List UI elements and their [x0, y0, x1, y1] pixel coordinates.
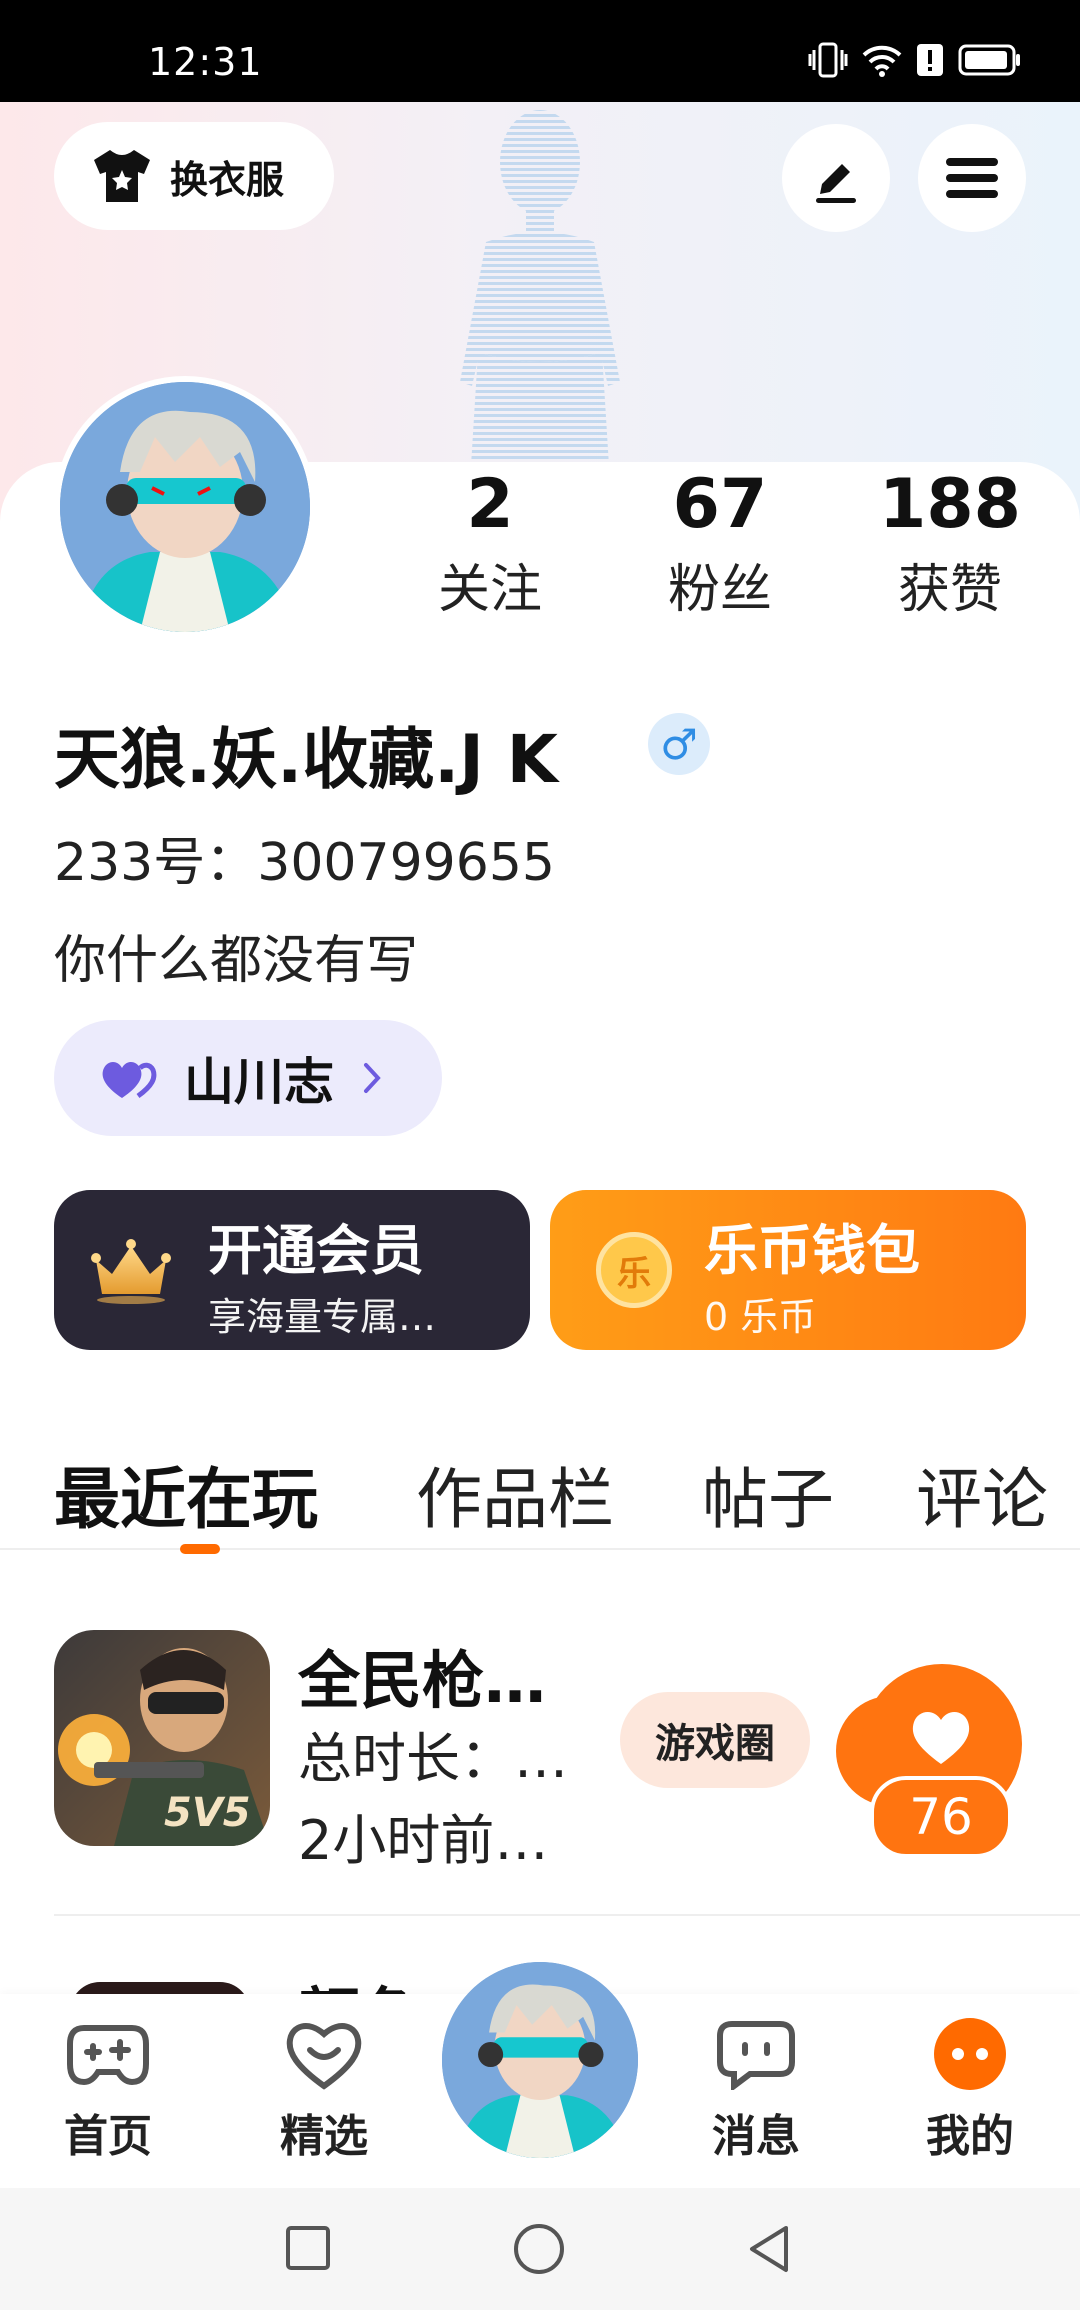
coin-icon: 乐: [596, 1232, 672, 1308]
game-icon-text: 5V5: [164, 1790, 251, 1836]
active-tab-indicator: [180, 1544, 220, 1554]
nav-featured[interactable]: 精选: [254, 2018, 394, 2164]
profile-dots-icon: [934, 2018, 1006, 2090]
wallet-card-subtitle: 0 乐币: [704, 1295, 817, 1339]
alert-icon: [917, 44, 943, 76]
collection-chip[interactable]: 山川志: [54, 1020, 442, 1136]
followers-count: 67: [672, 465, 768, 544]
bio-text: 你什么都没有写: [54, 931, 419, 991]
nav-home-label: 首页: [64, 2111, 152, 2162]
status-icons: [808, 40, 1022, 80]
tab-recently-played[interactable]: 最近在玩: [54, 1446, 318, 1542]
user-id: 233号：300799655: [54, 833, 556, 893]
chat-icon: [717, 2021, 795, 2092]
avatar-image: [60, 382, 310, 632]
coin-char: 乐: [617, 1253, 651, 1294]
username: 天狼.妖.收藏.J K: [54, 721, 558, 798]
change-outfit-button[interactable]: 换衣服: [54, 122, 334, 230]
wallet-card[interactable]: 乐 乐币钱包 0 乐币: [550, 1190, 1026, 1350]
game-list-item[interactable]: 5V5 全民枪… 总时长：… 2小时前… 游戏圈 76: [0, 1630, 1080, 1890]
tab-posts[interactable]: 帖子: [702, 1446, 834, 1542]
double-heart-icon: [102, 1062, 157, 1099]
nav-center-avatar[interactable]: [442, 1962, 638, 2158]
recent-apps-icon[interactable]: [284, 2224, 332, 2272]
stat-following[interactable]: 2 关注: [390, 460, 590, 630]
change-outfit-label: 换衣服: [170, 157, 285, 202]
gamepad-icon: [67, 2025, 149, 2086]
game-icon: 5V5: [54, 1630, 270, 1846]
nav-featured-label: 精选: [280, 2111, 368, 2162]
tab-comments[interactable]: 评论: [916, 1446, 1048, 1542]
following-count: 2: [466, 465, 514, 544]
status-time: 12:31: [148, 40, 263, 84]
tab-works[interactable]: 作品栏: [416, 1446, 614, 1542]
game-circle-button[interactable]: 游戏圈: [620, 1692, 810, 1788]
nav-me-label: 我的: [926, 2111, 1014, 2162]
avatar-figure-illustration: [460, 110, 620, 482]
edit-profile-button[interactable]: [782, 124, 890, 232]
menu-button[interactable]: [918, 124, 1026, 232]
stat-likes[interactable]: 188 获赞: [850, 460, 1050, 630]
shirt-icon: [94, 150, 150, 202]
game-circle-label: 游戏圈: [655, 1721, 775, 1767]
game-last-played: 2小时前…: [298, 1809, 549, 1872]
profile-tabs: 最近在玩 作品栏 帖子 评论: [0, 1430, 1080, 1550]
nav-messages-label: 消息: [712, 2111, 800, 2162]
vip-card-subtitle: 享海量专属…: [208, 1295, 437, 1339]
game-name: 全民枪…: [298, 1644, 547, 1717]
menu-icon: [946, 158, 998, 198]
profile-avatar[interactable]: [54, 376, 316, 638]
vip-card-title: 开通会员: [208, 1219, 424, 1282]
likes-label: 获赞: [897, 560, 1002, 620]
nav-home[interactable]: 首页: [38, 2018, 178, 2164]
vip-card[interactable]: 开通会员 享海量专属…: [54, 1190, 530, 1350]
wallet-card-title: 乐币钱包: [704, 1219, 920, 1282]
male-gender-icon: ♂: [648, 713, 710, 775]
stat-followers[interactable]: 67 粉丝: [620, 460, 820, 630]
chevron-right-icon: [364, 1063, 381, 1093]
collection-chip-label: 山川志: [184, 1053, 334, 1111]
status-bar: 12:31: [0, 0, 1080, 102]
vibrate-icon: [808, 42, 848, 78]
nav-messages[interactable]: 消息: [686, 2018, 826, 2164]
system-navigation-bar: [0, 2188, 1080, 2310]
game-total-time: 总时长：…: [298, 1727, 568, 1790]
back-triangle-icon[interactable]: [744, 2222, 794, 2276]
nav-me[interactable]: 我的: [900, 2018, 1040, 2164]
home-circle-icon[interactable]: [512, 2222, 566, 2276]
followers-label: 粉丝: [667, 560, 772, 620]
likes-count: 188: [879, 465, 1021, 544]
heart-icon: [912, 1711, 970, 1764]
row-divider: [54, 1914, 1080, 1916]
edit-icon: [816, 164, 856, 203]
wifi-icon: [862, 45, 902, 77]
like-count: 76: [870, 1776, 1012, 1858]
following-label: 关注: [437, 560, 542, 620]
crown-icon: [91, 1239, 171, 1304]
avatar-image: [442, 1962, 638, 2158]
heart-badge-icon: [286, 2023, 362, 2090]
battery-icon: [958, 44, 1020, 76]
